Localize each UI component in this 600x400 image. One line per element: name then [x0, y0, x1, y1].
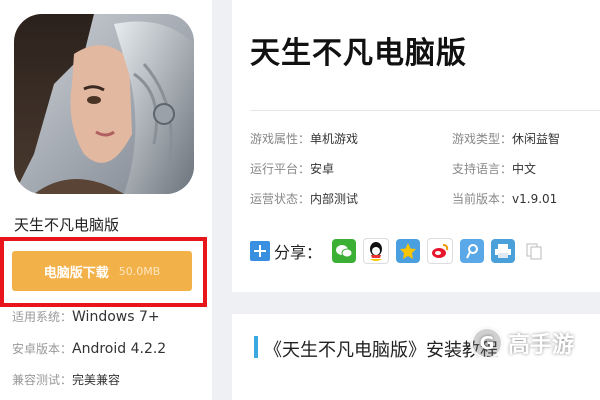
info-android-key: 安卓版本： [12, 342, 73, 356]
wechat-icon[interactable] [332, 239, 357, 263]
info-system-key: 适用系统： [12, 310, 73, 324]
meta-status: 运营状态：内部测试 [250, 190, 358, 207]
download-size: 50.0MB [118, 264, 161, 278]
info-android-value: Android 4.2.2 [72, 341, 167, 357]
meta-version-key: 当前版本： [452, 192, 513, 206]
meta-platform: 运行平台：安卓 [250, 160, 334, 177]
plus-icon[interactable] [250, 241, 270, 261]
share-label: 分享： [274, 243, 323, 262]
tencent-weibo-icon[interactable] [460, 239, 485, 263]
qq-icon[interactable] [363, 238, 390, 264]
section-title: 《天生不凡电脑版》安装教程 [264, 340, 498, 361]
meta-type: 游戏类型：休闲益智 [452, 130, 560, 147]
section-accent-bar [254, 336, 258, 358]
app-name: 天生不凡电脑版 [14, 216, 120, 234]
info-compat-value: 完美兼容 [72, 373, 121, 387]
qzone-icon[interactable] [396, 239, 421, 263]
download-label: 电脑版下载 [43, 265, 109, 281]
info-system: 适用系统：Windows 7+ [12, 308, 160, 325]
share-bar: 分享： [250, 236, 553, 266]
meta-status-value: 内部测试 [310, 192, 359, 206]
meta-attribute-key: 游戏属性： [250, 132, 311, 146]
app-icon[interactable] [14, 14, 194, 194]
info-android: 安卓版本：Android 4.2.2 [12, 340, 166, 357]
meta-platform-key: 运行平台： [250, 162, 311, 176]
meta-type-key: 游戏类型： [452, 132, 513, 146]
app-icon-artwork [14, 14, 194, 194]
info-compat: 兼容测试：完美兼容 [12, 371, 120, 388]
watermark: G 高手游 [470, 326, 574, 360]
weibo-icon[interactable] [427, 238, 454, 264]
meta-platform-value: 安卓 [310, 162, 335, 176]
meta-attribute-value: 单机游戏 [310, 132, 359, 146]
info-compat-key: 兼容测试： [12, 373, 73, 387]
meta-language-value: 中文 [512, 162, 537, 176]
meta-language: 支持语言：中文 [452, 160, 536, 177]
meta-type-value: 休闲益智 [512, 132, 561, 146]
divider [250, 110, 600, 111]
meta-version: 当前版本：v1.9.01 [452, 190, 557, 207]
print-icon[interactable] [491, 239, 516, 263]
info-system-value: Windows 7+ [72, 309, 160, 325]
watermark-logo-icon: G [470, 326, 504, 360]
pc-download-button[interactable]: 电脑版下载 50.0MB [12, 251, 192, 291]
copy-icon[interactable] [522, 239, 547, 263]
page-title: 天生不凡电脑版 [250, 36, 467, 71]
meta-version-value: v1.9.01 [512, 192, 558, 206]
meta-language-key: 支持语言： [452, 162, 513, 176]
watermark-text: 高手游 [508, 333, 575, 358]
meta-status-key: 运营状态： [250, 192, 311, 206]
meta-attribute: 游戏属性：单机游戏 [250, 130, 358, 147]
